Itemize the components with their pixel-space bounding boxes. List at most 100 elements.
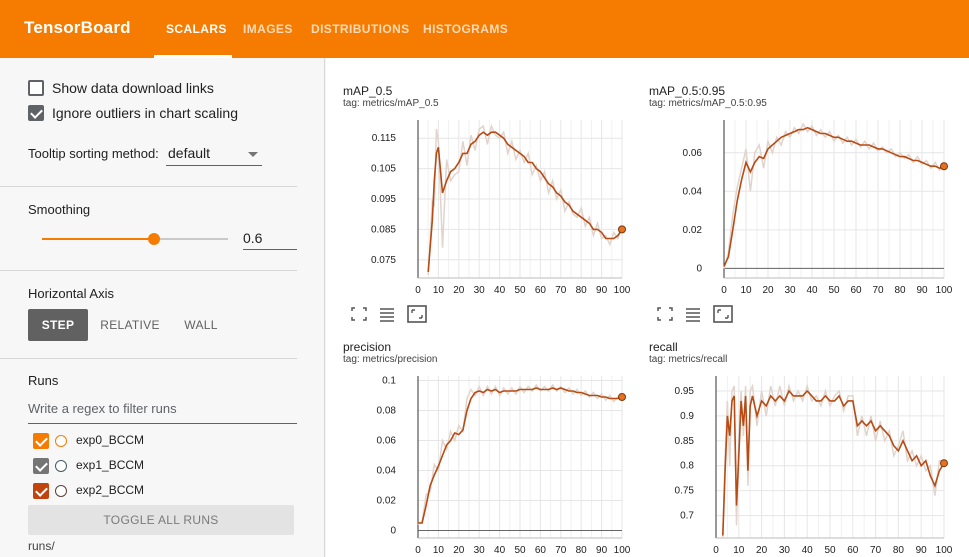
haxis-wall-button[interactable]: WALL xyxy=(172,309,230,341)
tab-distributions[interactable]: DISTRIBUTIONS xyxy=(311,22,410,36)
x-tick-label: 0 xyxy=(713,545,719,556)
ignore-outliers-checkbox[interactable] xyxy=(28,105,44,121)
x-tick-label: 100 xyxy=(936,285,953,296)
chart-map05[interactable]: 0.075 0.085 0.095 0.105 0.115 0 10 20 30 40 50 60 70… xyxy=(326,116,646,306)
run-name-exp1: exp1_BCCM xyxy=(76,458,145,472)
x-tick-label: 10 xyxy=(433,285,445,296)
x-tick-label: 20 xyxy=(762,285,774,296)
x-tick-label: 90 xyxy=(596,285,608,296)
y-tick-label: 0 xyxy=(390,526,396,537)
y-tick-label: 0.02 xyxy=(683,225,703,236)
chart-recall[interactable]: 0.7 0.75 0.8 0.85 0.9 0.95 0 10 20 30 40 50 60 70 80 90… xyxy=(646,372,969,557)
chart-map0595[interactable]: 0 0.02 0.04 0.06 0 10 20 30 40 50 60 70 80 90 100 xyxy=(646,116,969,306)
smoothing-slider-thumb[interactable] xyxy=(148,233,160,245)
x-tick-label: 70 xyxy=(555,545,567,556)
tooltip-sorting-select[interactable]: default xyxy=(166,142,262,166)
run-radio-exp0[interactable] xyxy=(55,435,67,447)
x-tick-label: 40 xyxy=(494,285,506,296)
x-tick-label: 50 xyxy=(828,285,840,296)
tab-histograms[interactable]: HISTOGRAMS xyxy=(423,22,508,36)
x-tick-label: 60 xyxy=(850,285,862,296)
run-radio-exp1[interactable] xyxy=(55,460,67,472)
fullscreen-icon[interactable] xyxy=(350,306,368,322)
x-tick-label: 90 xyxy=(916,285,928,296)
x-tick-label: 0 xyxy=(721,285,727,296)
y-tick-label: 0.115 xyxy=(372,133,397,144)
y-tick-label: 0 xyxy=(696,263,702,274)
x-tick-label: 70 xyxy=(555,285,567,296)
horizontal-axis-title: Horizontal Axis xyxy=(28,286,114,301)
x-tick-label: 20 xyxy=(756,545,768,556)
chart-tag: tag: metrics/mAP_0.5:0.95 xyxy=(649,98,767,109)
y-tick-label: 0.075 xyxy=(371,255,396,266)
y-tick-label: 0.085 xyxy=(371,224,396,235)
show-download-checkbox[interactable] xyxy=(28,80,44,96)
chart-title: precision xyxy=(343,340,392,354)
chart-precision[interactable]: 0 0.02 0.04 0.06 0.08 0.1 0 10 20 30 40 50 60 70 80 90 1… xyxy=(326,372,646,557)
top-app-bar: TensorBoard SCALARS IMAGES DISTRIBUTIONS… xyxy=(0,0,969,58)
run-checkbox-exp1[interactable] xyxy=(33,458,49,474)
chart-card-map05: mAP_0.5 tag: metrics/mAP_0.5 0.075 0.085 0… xyxy=(326,58,646,328)
chart-title: mAP_0.5 xyxy=(343,84,393,98)
y-tick-label: 0.095 xyxy=(371,194,396,205)
fit-domain-icon[interactable] xyxy=(712,304,734,324)
smoothing-title: Smoothing xyxy=(28,202,91,217)
tab-images[interactable]: IMAGES xyxy=(243,22,293,36)
run-checkbox-exp0[interactable] xyxy=(33,433,49,449)
fullscreen-icon[interactable] xyxy=(656,306,674,322)
chart-title: mAP_0.5:0.95 xyxy=(649,84,726,98)
y-tick-label: 0.9 xyxy=(680,411,694,422)
section-divider xyxy=(0,270,297,271)
smoothing-slider-fill xyxy=(42,238,154,240)
show-download-label: Show data download links xyxy=(52,80,214,96)
x-tick-label: 0 xyxy=(415,285,421,296)
x-tick-label: 40 xyxy=(494,545,506,556)
x-tick-label: 70 xyxy=(870,545,882,556)
chart-card-map0595: mAP_0.5:0.95 tag: metrics/mAP_0.5:0.95 0… xyxy=(646,58,969,328)
series-endpoint-marker xyxy=(618,225,626,234)
run-radio-exp2[interactable] xyxy=(55,485,67,497)
fit-domain-icon[interactable] xyxy=(406,304,428,324)
x-tick-label: 40 xyxy=(802,545,814,556)
x-tick-label: 10 xyxy=(740,285,752,296)
ignore-outliers-label: Ignore outliers in chart scaling xyxy=(52,105,238,121)
run-name-exp2: exp2_BCCM xyxy=(76,483,145,497)
y-tick-label: 0.02 xyxy=(377,496,397,507)
run-checkbox-exp2[interactable] xyxy=(33,483,49,499)
y-tick-label: 0.04 xyxy=(377,466,397,477)
x-tick-label: 80 xyxy=(576,545,588,556)
x-tick-label: 100 xyxy=(614,545,631,556)
series-endpoint-marker xyxy=(940,162,948,171)
smoothed-series-line xyxy=(722,389,945,536)
toggle-all-runs-button[interactable]: TOGGLE ALL RUNS xyxy=(28,505,294,535)
chart-tag: tag: metrics/precision xyxy=(343,354,438,365)
x-tick-label: 80 xyxy=(894,285,906,296)
chart-card-recall: recall tag: metrics/recall 0.7 0.75 0.8 0.8… xyxy=(646,328,969,557)
y-tick-label: 0.06 xyxy=(377,436,397,447)
x-tick-label: 60 xyxy=(847,545,859,556)
x-tick-label: 100 xyxy=(936,545,953,556)
smoothed-series-line xyxy=(427,131,623,272)
charts-area: mAP_0.5 tag: metrics/mAP_0.5 0.075 0.085 0… xyxy=(326,58,969,557)
tab-scalars[interactable]: SCALARS xyxy=(166,22,227,36)
section-divider xyxy=(0,186,297,187)
y-tick-label: 0.7 xyxy=(680,511,694,522)
runs-filter-input[interactable] xyxy=(28,398,297,424)
data-table-icon[interactable] xyxy=(378,306,396,322)
series-endpoint-marker xyxy=(940,459,948,468)
chart-tag: tag: metrics/mAP_0.5 xyxy=(343,98,439,109)
run-name-exp0: exp0_BCCM xyxy=(76,433,145,447)
x-tick-label: 90 xyxy=(916,545,928,556)
haxis-relative-button[interactable]: RELATIVE xyxy=(96,309,164,341)
smoothing-value-input[interactable]: 0.6 xyxy=(243,228,297,250)
haxis-step-button[interactable]: STEP xyxy=(28,309,88,341)
x-tick-label: 10 xyxy=(433,545,445,556)
chart-tag: tag: metrics/recall xyxy=(649,354,728,365)
y-tick-label: 0.08 xyxy=(377,406,397,417)
x-tick-label: 60 xyxy=(535,545,547,556)
x-tick-label: 30 xyxy=(474,285,486,296)
data-table-icon[interactable] xyxy=(684,306,702,322)
x-tick-label: 100 xyxy=(614,285,631,296)
x-tick-label: 20 xyxy=(453,545,465,556)
y-tick-label: 0.85 xyxy=(675,436,695,447)
